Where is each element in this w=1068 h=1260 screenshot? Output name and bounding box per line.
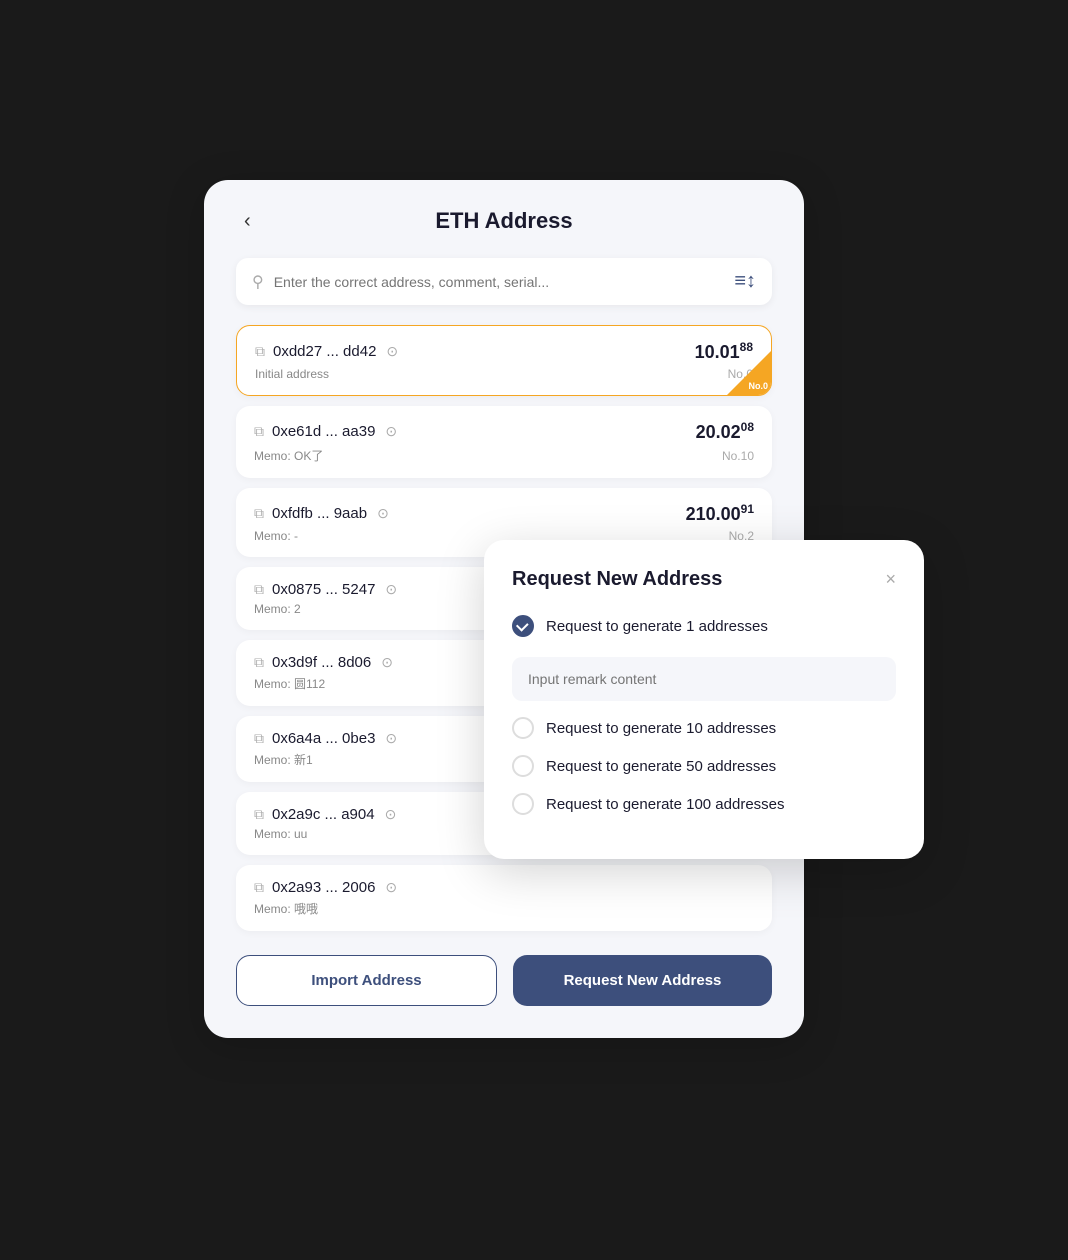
address-text: 0xfdfb ... 9aab <box>272 505 367 522</box>
memo: Memo: 哦哦 <box>254 900 318 917</box>
back-button[interactable]: ‹ <box>236 206 259 237</box>
search-addr-icon[interactable]: ⊙ <box>377 505 389 522</box>
search-addr-icon[interactable]: ⊙ <box>385 581 397 598</box>
memo: Memo: 新1 <box>254 751 313 768</box>
memo: Initial address <box>255 367 329 381</box>
memo: Memo: 圆112 <box>254 675 325 692</box>
radio-option-2[interactable]: Request to generate 10 addresses <box>512 717 896 739</box>
radio-option-1[interactable]: Request to generate 1 addresses <box>512 615 896 637</box>
address-text: 0xdd27 ... dd42 <box>273 343 376 360</box>
amount-sub: 91 <box>741 502 754 516</box>
memo: Memo: uu <box>254 827 307 841</box>
bottom-buttons: Import Address Request New Address <box>236 955 772 1006</box>
radio-label-4: Request to generate 100 addresses <box>546 796 785 813</box>
radio-circle-2 <box>512 717 534 739</box>
search-icon: ⚲ <box>252 272 264 292</box>
radio-circle-3 <box>512 755 534 777</box>
modal-title: Request New Address <box>512 568 722 591</box>
copy-icon[interactable]: ⧉ <box>254 505 264 522</box>
modal-header: Request New Address × <box>512 568 896 591</box>
main-container: ‹ ETH Address ⚲ ≡↕ ⧉ 0xdd27 ... dd42 ⊙ 1… <box>204 180 864 1080</box>
radio-option-4[interactable]: Request to generate 100 addresses <box>512 793 896 815</box>
corner-label: No.0 <box>748 381 768 391</box>
memo: Memo: 2 <box>254 602 301 616</box>
search-bar: ⚲ ≡↕ <box>236 258 772 305</box>
search-addr-icon[interactable]: ⊙ <box>385 806 397 823</box>
request-address-modal: Request New Address × Request to generat… <box>484 540 924 859</box>
address-item[interactable]: ⧉ 0x2a93 ... 2006 ⊙ Memo: 哦哦 <box>236 865 772 931</box>
address-text: 0x2a93 ... 2006 <box>272 879 375 896</box>
search-input[interactable] <box>274 274 725 290</box>
import-address-button[interactable]: Import Address <box>236 955 497 1006</box>
address-text: 0x2a9c ... a904 <box>272 806 375 823</box>
radio-option-3[interactable]: Request to generate 50 addresses <box>512 755 896 777</box>
address-item[interactable]: ⧉ 0xe61d ... aa39 ⊙ 20.0208 Memo: OK了 No… <box>236 406 772 478</box>
radio-circle-1 <box>512 615 534 637</box>
address-text: 0x0875 ... 5247 <box>272 581 375 598</box>
remark-input[interactable] <box>512 657 896 701</box>
memo: Memo: OK了 <box>254 447 323 464</box>
request-new-address-button[interactable]: Request New Address <box>513 955 772 1006</box>
address-text: 0xe61d ... aa39 <box>272 423 375 440</box>
amount-sub: 08 <box>741 420 754 434</box>
copy-icon[interactable]: ⧉ <box>254 581 264 598</box>
amount: 20.0208 <box>696 420 754 443</box>
address-item[interactable]: ⧉ 0xdd27 ... dd42 ⊙ 10.0188 Initial addr… <box>236 325 772 396</box>
search-addr-icon[interactable]: ⊙ <box>385 879 397 896</box>
page-title: ETH Address <box>435 208 572 234</box>
copy-icon[interactable]: ⧉ <box>254 654 264 671</box>
radio-label-2: Request to generate 10 addresses <box>546 720 776 737</box>
search-addr-icon[interactable]: ⊙ <box>381 654 393 671</box>
memo: Memo: - <box>254 529 298 543</box>
radio-label-1: Request to generate 1 addresses <box>546 618 768 635</box>
copy-icon[interactable]: ⧉ <box>254 806 264 823</box>
search-addr-icon[interactable]: ⊙ <box>385 423 397 440</box>
copy-icon[interactable]: ⧉ <box>255 343 265 360</box>
page-header: ‹ ETH Address <box>236 208 772 234</box>
address-text: 0x3d9f ... 8d06 <box>272 654 371 671</box>
copy-icon[interactable]: ⧉ <box>254 879 264 896</box>
radio-label-3: Request to generate 50 addresses <box>546 758 776 775</box>
radio-circle-4 <box>512 793 534 815</box>
search-addr-icon[interactable]: ⊙ <box>385 730 397 747</box>
address-text: 0x6a4a ... 0be3 <box>272 730 375 747</box>
search-addr-icon[interactable]: ⊙ <box>386 343 398 360</box>
copy-icon[interactable]: ⧉ <box>254 423 264 440</box>
copy-icon[interactable]: ⧉ <box>254 730 264 747</box>
filter-icon[interactable]: ≡↕ <box>734 270 756 293</box>
number: No.10 <box>722 449 754 463</box>
amount: 210.0091 <box>686 502 754 525</box>
modal-close-button[interactable]: × <box>885 569 896 590</box>
